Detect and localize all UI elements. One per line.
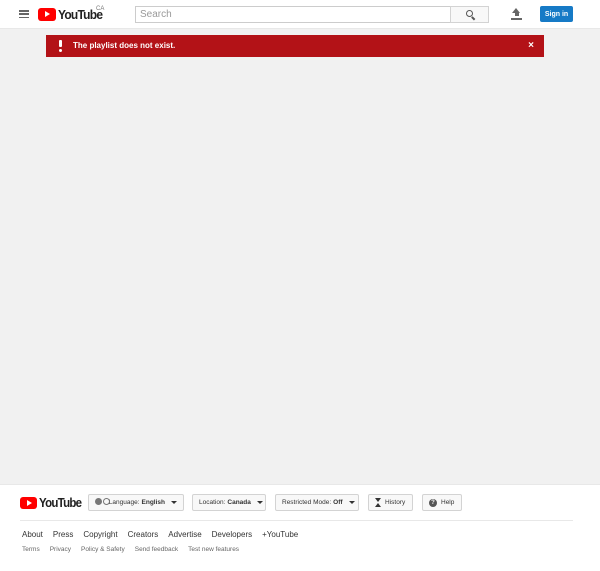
caret-down-icon	[256, 501, 263, 504]
location-label: Location:	[199, 499, 226, 506]
youtube-play-icon	[20, 497, 37, 509]
alert-message: The playlist does not exist.	[73, 41, 176, 50]
footer-link-terms[interactable]: Terms	[22, 546, 40, 553]
language-picker-button[interactable]: Language: English	[88, 494, 184, 511]
caret-down-icon	[348, 501, 355, 504]
footer-divider	[20, 520, 573, 521]
language-value: English	[141, 499, 165, 506]
history-label: History	[385, 499, 406, 506]
footer-link-policy-safety[interactable]: Policy & Safety	[81, 546, 125, 553]
language-icon	[95, 498, 110, 507]
footer-logo-text: YouTube	[39, 496, 82, 510]
footer-link-creators[interactable]: Creators	[128, 530, 159, 539]
location-value: Canada	[227, 499, 251, 506]
footer-link-privacy[interactable]: Privacy	[50, 546, 71, 553]
help-label: Help	[441, 499, 455, 506]
restricted-label: Restricted Mode:	[282, 499, 332, 506]
footer-primary-links: About Press Copyright Creators Advertise…	[22, 530, 298, 539]
footer-link-advertise[interactable]: Advertise	[168, 530, 201, 539]
hamburger-menu-icon[interactable]	[19, 10, 29, 18]
footer-link-plus-youtube[interactable]: +YouTube	[262, 530, 298, 539]
language-label: Language:	[108, 499, 140, 506]
footer-secondary-links: Terms Privacy Policy & Safety Send feedb…	[22, 546, 239, 553]
close-icon[interactable]: ×	[526, 41, 536, 51]
footer: YouTube Language: English Location: Cana…	[0, 484, 600, 571]
restricted-mode-button[interactable]: Restricted Mode: Off	[275, 494, 359, 511]
restricted-value: Off	[333, 499, 343, 506]
search-icon	[466, 10, 473, 17]
footer-link-copyright[interactable]: Copyright	[83, 530, 117, 539]
footer-youtube-logo[interactable]: YouTube	[20, 496, 85, 510]
caret-down-icon	[171, 501, 177, 504]
footer-link-test-new-features[interactable]: Test new features	[188, 546, 239, 553]
upload-icon[interactable]	[511, 8, 522, 20]
sign-in-button[interactable]: Sign in	[540, 6, 573, 22]
exclamation-icon	[58, 40, 62, 52]
help-icon: ?	[429, 498, 437, 507]
history-button[interactable]: History	[368, 494, 413, 511]
footer-link-send-feedback[interactable]: Send feedback	[135, 546, 178, 553]
footer-link-press[interactable]: Press	[53, 530, 73, 539]
error-alert: The playlist does not exist. ×	[46, 35, 544, 57]
footer-link-developers[interactable]: Developers	[212, 530, 252, 539]
footer-link-about[interactable]: About	[22, 530, 43, 539]
hourglass-icon	[375, 498, 381, 507]
search-input[interactable]	[135, 6, 451, 23]
youtube-play-icon	[38, 7, 56, 21]
region-code: CA	[96, 6, 105, 12]
help-button[interactable]: ? Help	[422, 494, 462, 511]
masthead: YouTube CA Sign in	[0, 0, 600, 29]
search-button[interactable]	[450, 6, 489, 23]
location-picker-button[interactable]: Location: Canada	[192, 494, 266, 511]
